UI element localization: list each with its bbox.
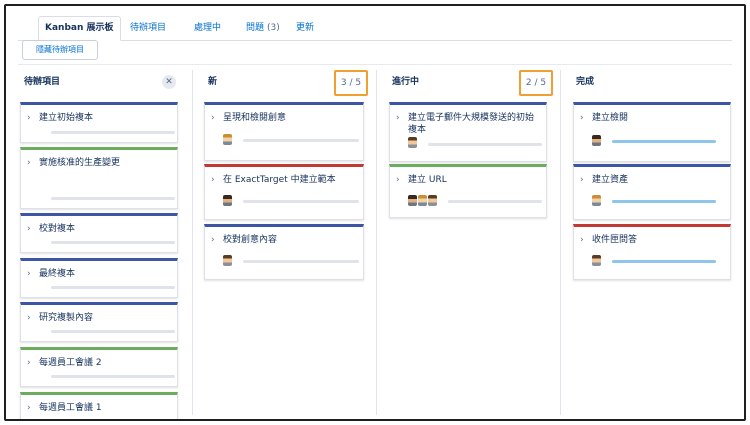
kanban-card[interactable]: › 建立資產 [573,164,731,220]
card-progress-track [243,200,359,203]
chevron-right-icon[interactable]: › [27,113,31,123]
chevron-right-icon[interactable]: › [396,113,400,123]
kanban-card[interactable]: › 校對創意內容 [204,224,364,280]
card-title: 建立檢閱 [592,113,629,123]
chevron-right-icon[interactable]: › [211,235,215,245]
tab-backlog[interactable]: 待辦項目 [124,17,172,39]
kanban-card[interactable]: › 研究複製內容 [20,302,178,342]
user-avatar-icon[interactable] [223,255,232,266]
card-title: 校對複本 [39,224,76,234]
tab-label: Kanban 展示板 [45,23,114,33]
chevron-right-icon[interactable]: › [580,175,584,185]
card-title: 在 ExactTarget 中建立範本 [223,175,336,185]
chevron-right-icon[interactable]: › [396,175,400,185]
card-title: 每週員工會議 2 [39,358,102,368]
chevron-right-icon[interactable]: › [27,224,31,234]
hide-backlog-button[interactable]: 隱藏待辦項目 [22,40,98,60]
card-title: 建立 URL [408,175,447,185]
card-progress-bar [612,200,716,203]
card-progress-track [243,139,359,142]
chevron-right-icon[interactable]: › [580,235,584,245]
user-avatar-icon[interactable] [408,137,417,148]
kanban-card[interactable]: › 建立檢閱 [573,102,731,162]
card-progress-track [51,241,175,244]
card-title: 收件匣問答 [592,235,638,245]
close-icon[interactable]: ✕ [162,75,176,89]
card-progress-bar [612,260,716,263]
card-progress-bar [612,140,716,143]
tab-issues[interactable]: 問題 (3) [240,17,286,39]
chevron-right-icon[interactable]: › [211,175,215,185]
card-title: 研究複製內容 [39,313,94,323]
kanban-card[interactable]: › 建立初始複本 [20,102,178,143]
card-title: 建立電子郵件大規模發送的初始複本 [408,113,535,135]
column-title-in-progress: 進行中 [392,77,420,87]
wip-limit-badge-in-progress: 2 / 5 [519,70,553,96]
column-title-backlog: 待辦項目 [24,77,61,87]
kanban-card[interactable]: › 校對複本 [20,213,178,253]
kanban-window: Kanban 展示板 待辦項目 處理中 問題 (3) 更新 隱藏待辦項目 待辦項目… [4,4,746,421]
card-title: 建立初始複本 [39,113,94,123]
user-avatar-icon[interactable] [223,134,232,145]
user-avatar-icon[interactable] [223,195,232,206]
tab-in-progress[interactable]: 處理中 [188,17,227,39]
kanban-card[interactable]: › 建立電子郵件大規模發送的初始複本 [389,102,547,162]
user-avatar-icon[interactable] [428,195,437,206]
kanban-card[interactable]: › 收件匣問答 [573,224,731,280]
column-divider [376,70,377,415]
tab-label: 待辦項目 [130,23,167,33]
tab-label: 更新 [296,23,315,33]
user-avatar-icon[interactable] [418,195,427,206]
kanban-card[interactable]: › 每週員工會議 1 [20,392,178,419]
user-avatar-icon[interactable] [408,195,417,206]
card-title: 校對創意內容 [223,235,278,245]
card-title: 呈現和檢閱創意 [223,113,287,123]
chevron-right-icon[interactable]: › [211,113,215,123]
card-progress-track [51,131,175,134]
tab-updates[interactable]: 更新 [290,17,320,39]
header-divider [18,64,732,65]
card-title: 實施核准的生產變更 [39,158,121,168]
wip-limit-badge-new: 3 / 5 [334,70,368,96]
column-divider [560,70,561,415]
kanban-card[interactable]: › 呈現和檢閱創意 [204,102,364,161]
tab-label: 問題 [246,23,265,33]
tab-label: 處理中 [194,23,222,33]
column-title-done: 完成 [576,77,595,87]
chevron-right-icon[interactable]: › [27,358,31,368]
kanban-card[interactable]: › 最終複本 [20,258,178,298]
column-title-new: 新 [208,77,218,87]
card-title: 每週員工會議 1 [39,403,102,413]
chevron-right-icon[interactable]: › [27,158,31,168]
card-progress-track [428,143,542,146]
kanban-card[interactable]: › 實施核准的生產變更 [20,147,178,209]
tab-kanban[interactable]: Kanban 展示板 [38,16,121,41]
card-title: 建立資產 [592,175,629,185]
card-title: 最終複本 [39,269,76,279]
user-avatar-icon[interactable] [592,255,601,266]
card-progress-track [243,260,359,263]
card-progress-track [51,286,175,289]
card-progress-track [51,375,175,378]
column-divider [192,70,193,415]
user-avatar-icon[interactable] [592,195,601,206]
user-avatar-icon[interactable] [592,135,601,146]
card-progress-track [51,197,175,200]
card-progress-track [448,200,542,203]
tab-bar: Kanban 展示板 待辦項目 處理中 問題 (3) 更新 [18,14,732,41]
chevron-right-icon[interactable]: › [27,313,31,323]
issue-count-badge: (3) [267,23,280,33]
kanban-card[interactable]: › 在 ExactTarget 中建立範本 [204,164,364,220]
kanban-card[interactable]: › 建立 URL [389,164,547,218]
chevron-right-icon[interactable]: › [27,269,31,279]
chevron-right-icon[interactable]: › [27,403,31,413]
chevron-right-icon[interactable]: › [580,113,584,123]
kanban-card[interactable]: › 每週員工會議 2 [20,347,178,387]
card-progress-track [51,330,175,333]
